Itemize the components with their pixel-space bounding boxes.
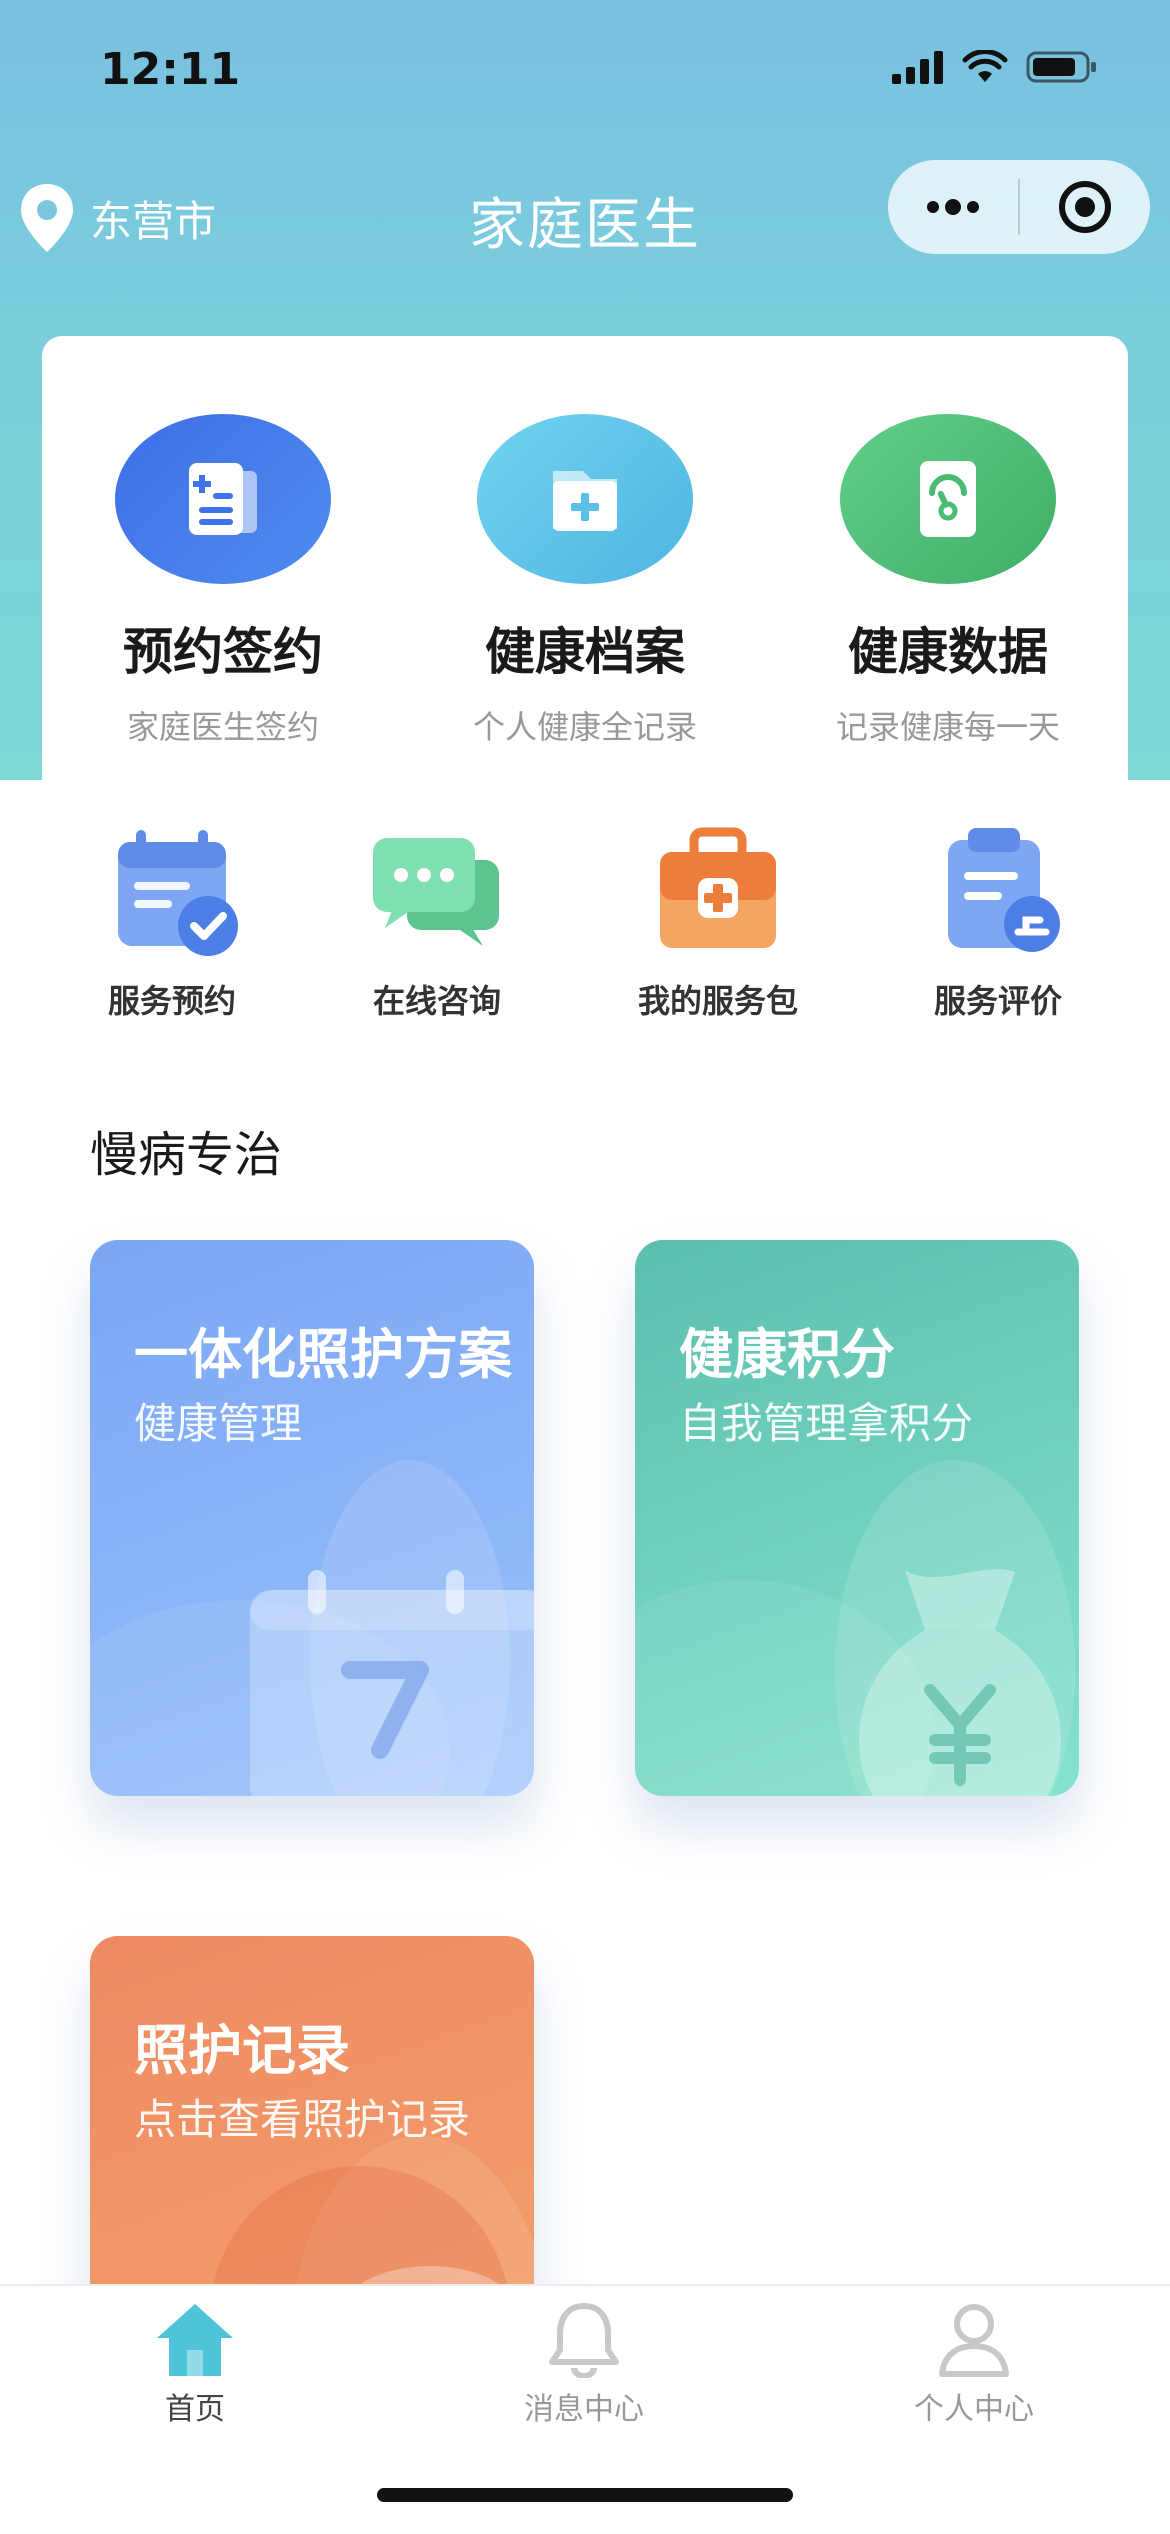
home-indicator[interactable] [377,2488,793,2502]
section-title: 慢病专治 [90,1127,283,1183]
wifi-icon [962,50,1008,82]
quick-action-online-consult[interactable]: 在线咨询 [327,820,547,1022]
tab-label: 个人中心 [914,2392,1034,2427]
tab-label: 首页 [165,2392,225,2427]
document-list-icon [115,414,331,584]
tile-subtitle: 点击查看照护记录 [134,2095,471,2144]
feature-title: 健康档案 [485,623,685,681]
medical-kit-icon [660,827,776,948]
quick-action-service-review[interactable]: 服务评价 [888,820,1108,1022]
status-time: 12:11 [100,44,241,95]
feature-health-data[interactable]: 健康数据 记录健康每一天 [818,414,1078,748]
money-bag-icon [859,1569,1061,1796]
quick-action-label: 服务预约 [107,982,236,1020]
main-feature-card: 预约签约 家庭医生签约 健康档案 个人健康全记录 健康数据 记录健康每一天 [42,336,1128,781]
more-dots-icon [927,199,979,215]
feature-health-records[interactable]: 健康档案 个人健康全记录 [455,414,715,748]
quick-action-service-booking[interactable]: 服务预约 [62,820,282,1022]
feature-title: 预约签约 [123,623,323,681]
tile-subtitle: 自我管理拿积分 [679,1399,974,1448]
home-icon [157,2304,233,2376]
tile-integrated-care-plan[interactable]: 一体化照护方案 健康管理 [90,1240,534,1796]
tab-personal-center[interactable]: 个人中心 [864,2300,1084,2428]
target-circle-icon [1059,181,1111,233]
tile-title: 健康积分 [679,1323,895,1386]
status-bar: 12:11 [0,0,1170,150]
quick-action-label: 在线咨询 [372,982,501,1020]
battery-icon [1026,51,1096,83]
feature-subtitle: 记录健康每一天 [835,708,1060,746]
calendar-check-icon [118,830,238,956]
tab-home[interactable]: 首页 [85,2300,305,2428]
miniprogram-capsule [888,160,1150,254]
clipboard-review-icon [948,828,1060,952]
status-icons [892,50,1098,84]
navigation-bar: 东营市 家庭医生 [0,160,1170,270]
more-button[interactable] [888,160,1018,254]
gauge-report-icon [840,414,1056,584]
tab-message-center[interactable]: 消息中心 [474,2300,694,2428]
chat-bubbles-icon [373,838,499,946]
quick-action-my-service-pack[interactable]: 我的服务包 [608,820,828,1022]
tile-title: 一体化照护方案 [134,1323,512,1386]
feature-subtitle: 个人健康全记录 [472,708,697,746]
tab-label: 消息中心 [524,2392,644,2427]
folder-plus-icon [477,414,693,584]
tile-health-points[interactable]: 健康积分 自我管理拿积分 [635,1240,1079,1796]
feature-title: 健康数据 [848,623,1048,681]
tile-subtitle: 健康管理 [134,1399,303,1448]
cellular-signal-icon [892,51,943,84]
bell-icon [549,2303,619,2379]
user-icon [939,2304,1009,2377]
quick-action-label: 我的服务包 [637,982,798,1020]
feature-subtitle: 家庭医生签约 [126,708,319,746]
close-miniprogram-button[interactable] [1020,160,1150,254]
tile-title: 照护记录 [134,2019,350,2082]
quick-action-label: 服务评价 [933,982,1062,1020]
calendar-icon [250,1570,534,1796]
feature-appointment-sign[interactable]: 预约签约 家庭医生签约 [93,414,353,748]
